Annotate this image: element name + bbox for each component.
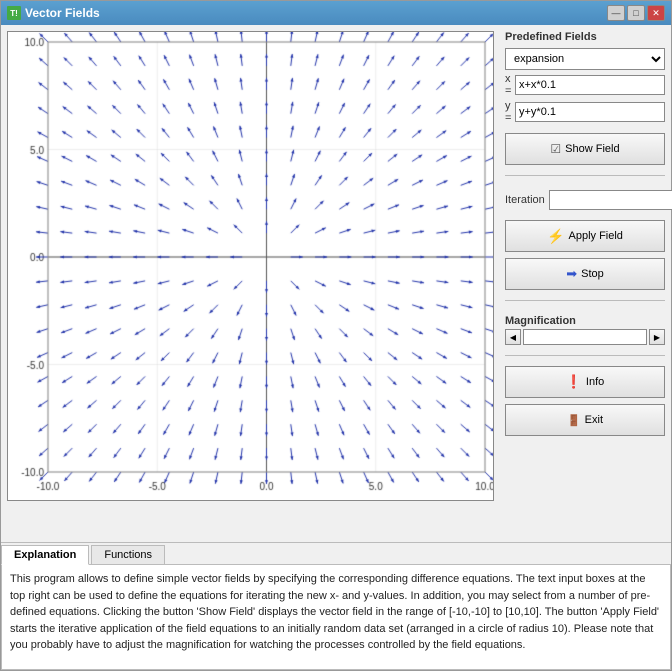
app-icon: T!	[7, 6, 21, 20]
maximize-button[interactable]: □	[627, 5, 645, 21]
minimize-button[interactable]: —	[607, 5, 625, 21]
tab-functions[interactable]: Functions	[91, 545, 165, 564]
exit-icon: 🚪	[567, 414, 581, 427]
exit-button[interactable]: 🚪 Exit	[505, 404, 665, 436]
iteration-label: Iteration	[505, 194, 545, 206]
predefined-section: Predefined Fields expansion rotation sad…	[505, 31, 665, 165]
y-eq-label: y =	[505, 100, 513, 124]
divider-3	[505, 355, 665, 356]
stop-label: Stop	[581, 268, 604, 280]
title-bar-left: T! Vector Fields	[7, 6, 100, 20]
x-eq-label: x =	[505, 73, 513, 97]
divider-2	[505, 300, 665, 301]
main-content: Predefined Fields expansion rotation sad…	[1, 25, 671, 542]
stop-button[interactable]: ➡ Stop	[505, 258, 665, 290]
mag-right-arrow[interactable]: ▶	[649, 329, 665, 345]
bottom-panel: Explanation Functions This program allow…	[1, 542, 671, 670]
magnification-label: Magnification	[505, 315, 665, 327]
lightning-icon: ⚡	[547, 228, 564, 245]
stop-arrow-icon: ➡	[566, 266, 577, 282]
predefined-label: Predefined Fields	[505, 31, 665, 43]
show-field-label: Show Field	[565, 143, 619, 155]
explanation-text: This program allows to define simple vec…	[1, 565, 671, 670]
info-button[interactable]: ❗ Info	[505, 366, 665, 398]
mag-track[interactable]	[523, 329, 647, 345]
mag-left-arrow[interactable]: ◀	[505, 329, 521, 345]
exit-label: Exit	[585, 414, 603, 426]
iteration-row: Iteration	[505, 190, 665, 210]
predefined-dropdown[interactable]: expansion rotation saddle spiral in spir…	[505, 48, 665, 70]
divider-1	[505, 175, 665, 176]
y-equation-row: y =	[505, 100, 665, 124]
apply-field-button[interactable]: ⚡ Apply Field	[505, 220, 665, 252]
info-label: Info	[586, 376, 604, 388]
vector-field-canvas	[7, 31, 494, 501]
checkmark-icon: ☑	[550, 142, 561, 156]
right-panel: Predefined Fields expansion rotation sad…	[505, 31, 665, 536]
title-buttons: — □ ✕	[607, 5, 665, 21]
y-equation-input[interactable]	[515, 102, 665, 122]
exclamation-icon: ❗	[566, 374, 582, 390]
close-button[interactable]: ✕	[647, 5, 665, 21]
left-panel	[7, 31, 497, 536]
main-window: T! Vector Fields — □ ✕ Predefined Fields…	[0, 0, 672, 671]
iteration-input[interactable]	[549, 190, 672, 210]
magnification-section: Magnification ◀ ▶	[505, 315, 665, 345]
x-equation-row: x =	[505, 73, 665, 97]
window-title: Vector Fields	[25, 6, 100, 20]
apply-field-label: Apply Field	[569, 230, 623, 242]
magnification-slider-row: ◀ ▶	[505, 329, 665, 345]
title-bar: T! Vector Fields — □ ✕	[1, 1, 671, 25]
x-equation-input[interactable]	[515, 75, 665, 95]
tab-row: Explanation Functions	[1, 543, 671, 565]
tab-explanation[interactable]: Explanation	[1, 545, 89, 565]
show-field-button[interactable]: ☑ Show Field	[505, 133, 665, 165]
iteration-section: Iteration	[505, 186, 665, 210]
